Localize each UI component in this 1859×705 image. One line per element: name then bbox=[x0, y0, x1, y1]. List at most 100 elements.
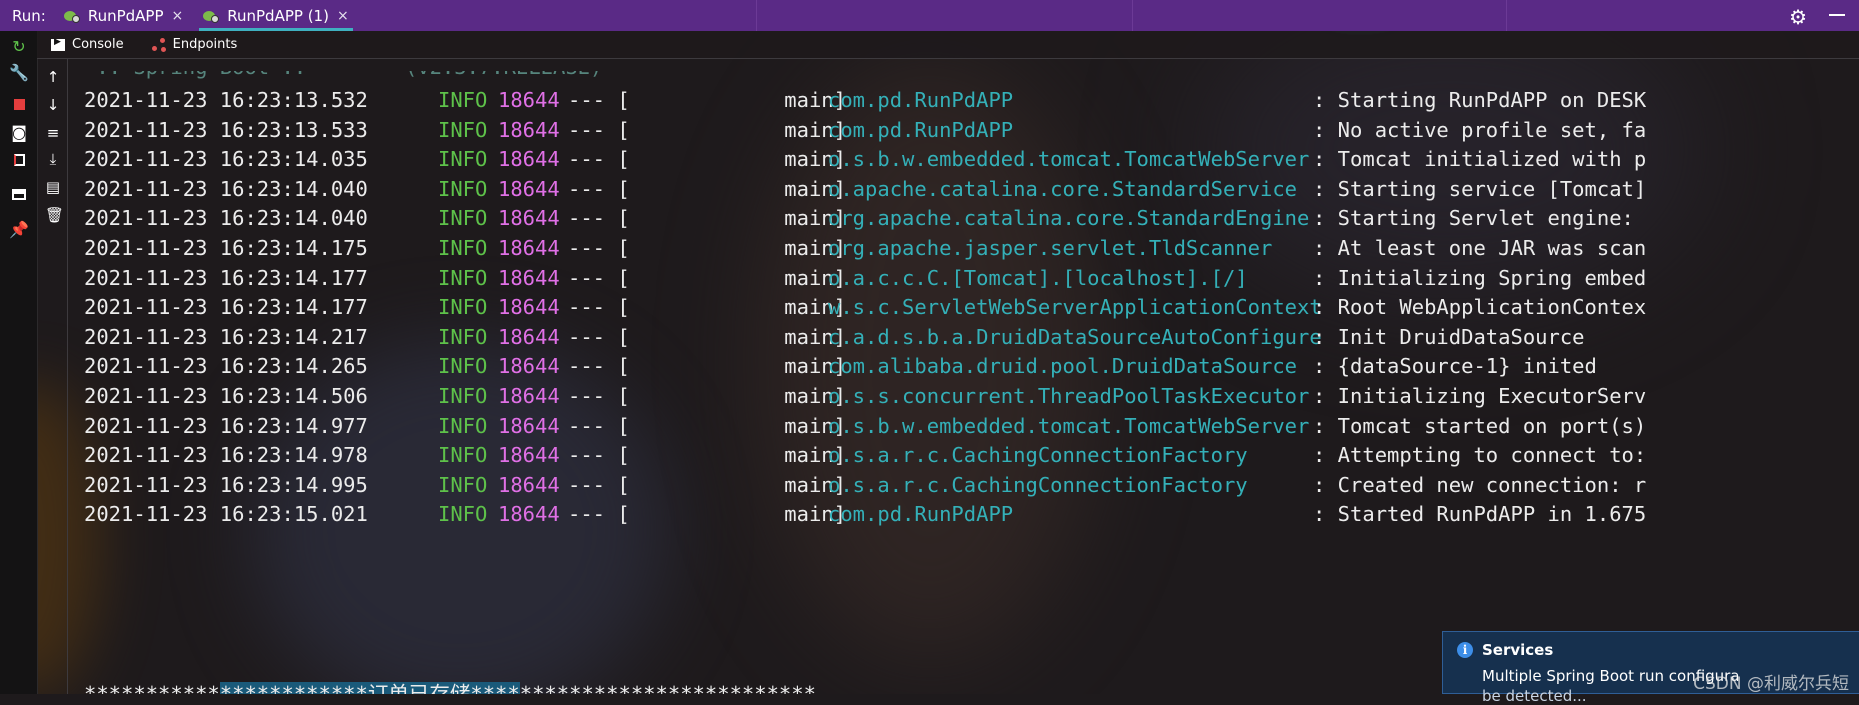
log-thread: main] bbox=[784, 324, 846, 349]
exit-icon[interactable] bbox=[10, 151, 28, 169]
tab-endpoints[interactable]: Endpoints bbox=[138, 37, 252, 52]
log-time: 2021-11-23 16:23:14.977 bbox=[84, 413, 368, 438]
tab-endpoints-label: Endpoints bbox=[172, 37, 238, 52]
gear-icon[interactable]: ⚙ bbox=[1789, 5, 1807, 29]
down-arrow-icon[interactable]: ↓ bbox=[45, 97, 61, 113]
layout-icon[interactable] bbox=[10, 185, 28, 203]
log-time: 2021-11-23 16:23:14.506 bbox=[84, 384, 368, 408]
tab-console[interactable]: Console bbox=[37, 37, 138, 52]
log-msg: : Root WebApplicationContex bbox=[1313, 295, 1647, 320]
console-icon bbox=[51, 37, 65, 51]
log-pid: 18644 bbox=[498, 443, 560, 468]
log-sep: --- [ bbox=[568, 472, 630, 497]
log-logger[interactable]: org.apache.catalina.core.StandardEngine bbox=[828, 203, 1309, 233]
scroll-to-end-icon[interactable]: ⤓ bbox=[45, 151, 61, 167]
spring-banner-partial: :: Spring Boot :: (v2.3.7.RELEASE) bbox=[84, 71, 602, 79]
log-logger[interactable]: o.s.a.r.c.CachingConnectionFactory bbox=[828, 470, 1248, 500]
spring-run-icon bbox=[63, 9, 80, 23]
log-time: 2021-11-23 16:23:14.177 bbox=[84, 295, 368, 320]
run-left-toolbar: ↻ 🔧 ◙ 📌 bbox=[0, 31, 38, 694]
print-icon[interactable]: ▤ bbox=[45, 179, 61, 195]
run-tab-runpdapp-1[interactable]: RunPdAPP (1) × bbox=[193, 0, 358, 31]
log-logger[interactable]: org.apache.jasper.servlet.TldScanner bbox=[828, 233, 1272, 263]
rerun-icon[interactable]: ↻ bbox=[10, 37, 28, 56]
close-icon[interactable]: × bbox=[172, 8, 184, 24]
run-tool-window-header: Run: RunPdAPP × RunPdAPP (1) × ⚙ bbox=[0, 0, 1859, 31]
services-notification[interactable]: i Services Multiple Spring Boot run conf… bbox=[1442, 631, 1859, 705]
log-level: INFO bbox=[438, 472, 488, 497]
log-level: INFO bbox=[438, 88, 488, 112]
log-logger[interactable]: o.a.c.c.C.[Tomcat].[localhost].[/] bbox=[828, 263, 1248, 293]
log-msg: : No active profile set, fa bbox=[1313, 117, 1647, 142]
log-sep: --- [ bbox=[568, 265, 630, 290]
csdn-watermark: CSDN @利威尔兵短 bbox=[1693, 674, 1849, 694]
tab-console-label: Console bbox=[72, 37, 124, 52]
log-level: INFO bbox=[438, 502, 488, 527]
close-icon[interactable]: × bbox=[337, 8, 349, 24]
log-logger[interactable]: o.s.a.r.c.CachingConnectionFactory bbox=[828, 440, 1248, 470]
log-thread: main] bbox=[784, 295, 846, 320]
run-tab-label: RunPdAPP (1) bbox=[227, 6, 329, 25]
log-pid: 18644 bbox=[498, 324, 560, 349]
notification-title: Services bbox=[1482, 641, 1554, 659]
log-logger[interactable]: com.pd.RunPdAPP bbox=[828, 85, 1013, 115]
log-thread: main] bbox=[784, 443, 846, 468]
log-level: INFO bbox=[438, 295, 488, 320]
soft-wrap-icon[interactable]: ≡ bbox=[45, 125, 61, 141]
log-sep: --- [ bbox=[568, 324, 630, 349]
log-logger[interactable]: o.apache.catalina.core.StandardService bbox=[828, 174, 1297, 204]
divider bbox=[1506, 0, 1507, 31]
log-time: 2021-11-23 16:23:14.175 bbox=[84, 236, 368, 260]
log-logger[interactable]: o.s.b.w.embedded.tomcat.TomcatWebServer bbox=[828, 411, 1309, 441]
camera-icon[interactable]: ◙ bbox=[10, 123, 28, 142]
log-level: INFO bbox=[438, 443, 488, 468]
log-thread: main] bbox=[784, 413, 846, 438]
log-thread: main] bbox=[784, 472, 846, 497]
log-sep: --- [ bbox=[568, 206, 630, 231]
log-logger[interactable]: w.s.c.ServletWebServerApplicationContext bbox=[828, 292, 1322, 322]
log-time: 2021-11-23 16:23:15.021 bbox=[84, 502, 368, 527]
log-level: INFO bbox=[438, 206, 488, 231]
log-logger[interactable]: o.s.b.w.embedded.tomcat.TomcatWebServer bbox=[828, 144, 1309, 174]
run-label: Run: bbox=[12, 6, 46, 25]
log-time: 2021-11-23 16:23:14.265 bbox=[84, 354, 368, 379]
log-logger[interactable]: com.alibaba.druid.pool.DruidDataSource bbox=[828, 351, 1297, 381]
log-sep: --- [ bbox=[568, 443, 630, 468]
trash-icon[interactable]: 🗑 bbox=[45, 207, 64, 223]
log-pid: 18644 bbox=[498, 147, 560, 172]
wrench-icon[interactable]: 🔧 bbox=[9, 63, 29, 82]
pin-icon[interactable]: 📌 bbox=[9, 220, 29, 239]
minimize-icon[interactable] bbox=[1829, 14, 1845, 16]
up-arrow-icon[interactable]: ↑ bbox=[45, 69, 61, 85]
log-pid: 18644 bbox=[498, 384, 560, 408]
log-thread: main] bbox=[784, 117, 846, 142]
log-msg: : At least one JAR was scan bbox=[1313, 236, 1647, 260]
console-area: Console Endpoints ↑ ↓ ≡ ⤓ ▤ 🗑 :: Spring … bbox=[37, 31, 1859, 694]
log-logger[interactable]: o.s.s.concurrent.ThreadPoolTaskExecutor bbox=[828, 381, 1309, 411]
log-thread: main] bbox=[784, 384, 846, 408]
log-pid: 18644 bbox=[498, 176, 560, 201]
log-pid: 18644 bbox=[498, 472, 560, 497]
log-sep: --- [ bbox=[568, 117, 630, 142]
spring-run-icon bbox=[203, 9, 220, 23]
log-logger[interactable]: c.a.d.s.b.a.DruidDataSourceAutoConfigure bbox=[828, 322, 1322, 352]
stop-icon[interactable] bbox=[10, 95, 28, 113]
log-msg: : Starting Servlet engine: bbox=[1313, 206, 1634, 231]
log-logger[interactable]: com.pd.RunPdAPP bbox=[828, 115, 1013, 145]
log-sep: --- [ bbox=[568, 88, 630, 112]
log-sep: --- [ bbox=[568, 354, 630, 379]
stars-prefix: *********** bbox=[84, 682, 220, 694]
log-msg: : Starting RunPdAPP on DESK bbox=[1313, 88, 1647, 112]
run-tab-label: RunPdAPP bbox=[87, 6, 164, 25]
log-logger[interactable]: com.pd.RunPdAPP bbox=[828, 499, 1013, 529]
info-icon: i bbox=[1457, 642, 1473, 658]
log-msg: : Init DruidDataSource bbox=[1313, 324, 1585, 349]
log-thread: main] bbox=[784, 206, 846, 231]
log-time: 2021-11-23 16:23:14.177 bbox=[84, 265, 368, 290]
run-tab-runpdapp[interactable]: RunPdAPP × bbox=[54, 0, 193, 31]
notification-body-continued: be detected... bbox=[1482, 687, 1587, 705]
log-sep: --- [ bbox=[568, 502, 630, 527]
log-pid: 18644 bbox=[498, 88, 560, 112]
console-output[interactable]: :: Spring Boot :: (v2.3.7.RELEASE) 2021-… bbox=[84, 71, 1859, 694]
order-stored-line: ***********************订单已存储************… bbox=[84, 679, 816, 694]
